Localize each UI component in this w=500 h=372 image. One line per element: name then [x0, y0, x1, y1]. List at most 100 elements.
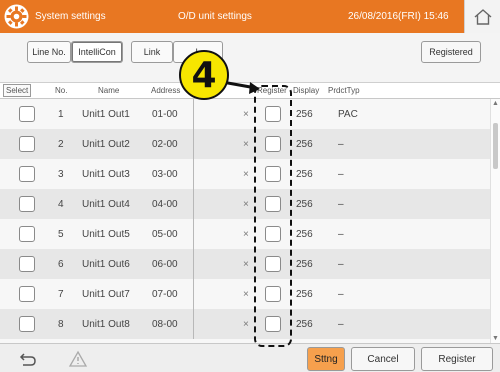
- select-column-button[interactable]: Select: [3, 84, 32, 97]
- select-checkbox[interactable]: [19, 106, 35, 122]
- row-name: Unit1 Out7: [82, 289, 130, 300]
- select-checkbox[interactable]: [19, 256, 35, 272]
- column-divider: [193, 159, 194, 189]
- registered-button[interactable]: Registered: [421, 41, 481, 63]
- row-display: 256: [296, 229, 313, 240]
- home-button[interactable]: [464, 0, 500, 33]
- col-display: Display: [293, 86, 320, 95]
- row-name: Unit1 Out2: [82, 139, 130, 150]
- register-button[interactable]: Register: [421, 347, 493, 371]
- tab-intellicon[interactable]: IntelliCon: [71, 41, 123, 63]
- row-name: Unit1 Out3: [82, 169, 130, 180]
- tab-link[interactable]: Link: [131, 41, 173, 63]
- row-address: 07-00: [152, 289, 178, 300]
- row-prdcttyp: PAC: [338, 109, 358, 120]
- warning-icon: [68, 350, 88, 367]
- row-display: 256: [296, 169, 313, 180]
- datetime-display: 26/08/2016(FRI) 15:46: [348, 11, 449, 22]
- highlight-register-column: [254, 85, 292, 347]
- select-checkbox[interactable]: [19, 196, 35, 212]
- sttng-button[interactable]: Sttng: [307, 347, 345, 371]
- scroll-down-icon[interactable]: ▼: [492, 335, 499, 342]
- col-prdcttyp: PrdctTyp: [328, 86, 360, 95]
- table-row[interactable]: 4 Unit1 Out4 04-00 × 256 –: [0, 189, 490, 219]
- warning-button[interactable]: [58, 347, 98, 371]
- select-checkbox[interactable]: [19, 316, 35, 332]
- select-checkbox[interactable]: [19, 226, 35, 242]
- scrollbar-thumb[interactable]: [493, 123, 498, 169]
- row-address: 05-00: [152, 229, 178, 240]
- row-status-mark: ×: [243, 199, 249, 210]
- column-divider: [193, 249, 194, 279]
- table-row[interactable]: 7 Unit1 Out7 07-00 × 256 –: [0, 279, 490, 309]
- page-title: System settings: [35, 11, 106, 22]
- back-button[interactable]: [8, 347, 48, 371]
- row-display: 256: [296, 109, 313, 120]
- row-status-mark: ×: [243, 169, 249, 180]
- table-row[interactable]: 5 Unit1 Out5 05-00 × 256 –: [0, 219, 490, 249]
- column-divider: [193, 279, 194, 309]
- cancel-button[interactable]: Cancel: [351, 347, 415, 371]
- row-prdcttyp: –: [338, 229, 344, 240]
- table-row[interactable]: 1 Unit1 Out1 01-00 × 256 PAC: [0, 99, 490, 129]
- row-status-mark: ×: [243, 139, 249, 150]
- row-address: 08-00: [152, 319, 178, 330]
- row-name: Unit1 Out8: [82, 319, 130, 330]
- row-address: 06-00: [152, 259, 178, 270]
- page-subtitle: O/D unit settings: [178, 11, 252, 22]
- col-name: Name: [98, 86, 120, 95]
- row-status-mark: ×: [243, 319, 249, 330]
- unit-table: 1 Unit1 Out1 01-00 × 256 PAC 2 Unit1 Out…: [0, 99, 490, 343]
- select-checkbox[interactable]: [19, 166, 35, 182]
- col-no: No.: [55, 86, 68, 95]
- column-divider: [193, 219, 194, 249]
- table-scrollbar[interactable]: ▲ ▼: [490, 99, 500, 343]
- row-no: 1: [58, 109, 64, 120]
- row-no: 5: [58, 229, 64, 240]
- scroll-up-icon[interactable]: ▲: [492, 100, 499, 107]
- tab-line-no[interactable]: Line No.: [27, 41, 71, 63]
- step-badge: 4: [179, 50, 229, 100]
- home-icon: [474, 8, 491, 25]
- select-checkbox[interactable]: [19, 136, 35, 152]
- row-display: 256: [296, 139, 313, 150]
- row-prdcttyp: –: [338, 139, 344, 150]
- row-status-mark: ×: [243, 259, 249, 270]
- table-row[interactable]: 3 Unit1 Out3 03-00 × 256 –: [0, 159, 490, 189]
- row-name: Unit1 Out1: [82, 109, 130, 120]
- row-no: 2: [58, 139, 64, 150]
- footer-bar: Sttng Cancel Register: [0, 343, 500, 372]
- row-status-mark: ×: [243, 289, 249, 300]
- row-no: 8: [58, 319, 64, 330]
- row-name: Unit1 Out4: [82, 199, 130, 210]
- row-no: 7: [58, 289, 64, 300]
- column-divider: [193, 309, 194, 339]
- row-status-mark: ×: [243, 109, 249, 120]
- gear-icon[interactable]: [3, 3, 30, 30]
- row-no: 6: [58, 259, 64, 270]
- col-address: Address: [151, 86, 181, 95]
- back-icon: [19, 353, 36, 366]
- row-display: 256: [296, 289, 313, 300]
- row-no: 4: [58, 199, 64, 210]
- select-checkbox[interactable]: [19, 286, 35, 302]
- header-bar: System settings O/D unit settings 26/08/…: [0, 0, 500, 33]
- column-divider: [193, 99, 194, 129]
- table-row[interactable]: 2 Unit1 Out2 02-00 × 256 –: [0, 129, 490, 159]
- row-address: 03-00: [152, 169, 178, 180]
- row-address: 02-00: [152, 139, 178, 150]
- row-prdcttyp: –: [338, 319, 344, 330]
- row-address: 04-00: [152, 199, 178, 210]
- row-prdcttyp: –: [338, 199, 344, 210]
- row-prdcttyp: –: [338, 289, 344, 300]
- row-display: 256: [296, 319, 313, 330]
- table-row[interactable]: 8 Unit1 Out8 08-00 × 256 –: [0, 309, 490, 339]
- row-address: 01-00: [152, 109, 178, 120]
- row-no: 3: [58, 169, 64, 180]
- table-row[interactable]: 6 Unit1 Out6 06-00 × 256 –: [0, 249, 490, 279]
- row-display: 256: [296, 259, 313, 270]
- row-name: Unit1 Out5: [82, 229, 130, 240]
- column-divider: [193, 129, 194, 159]
- column-divider: [193, 189, 194, 219]
- row-display: 256: [296, 199, 313, 210]
